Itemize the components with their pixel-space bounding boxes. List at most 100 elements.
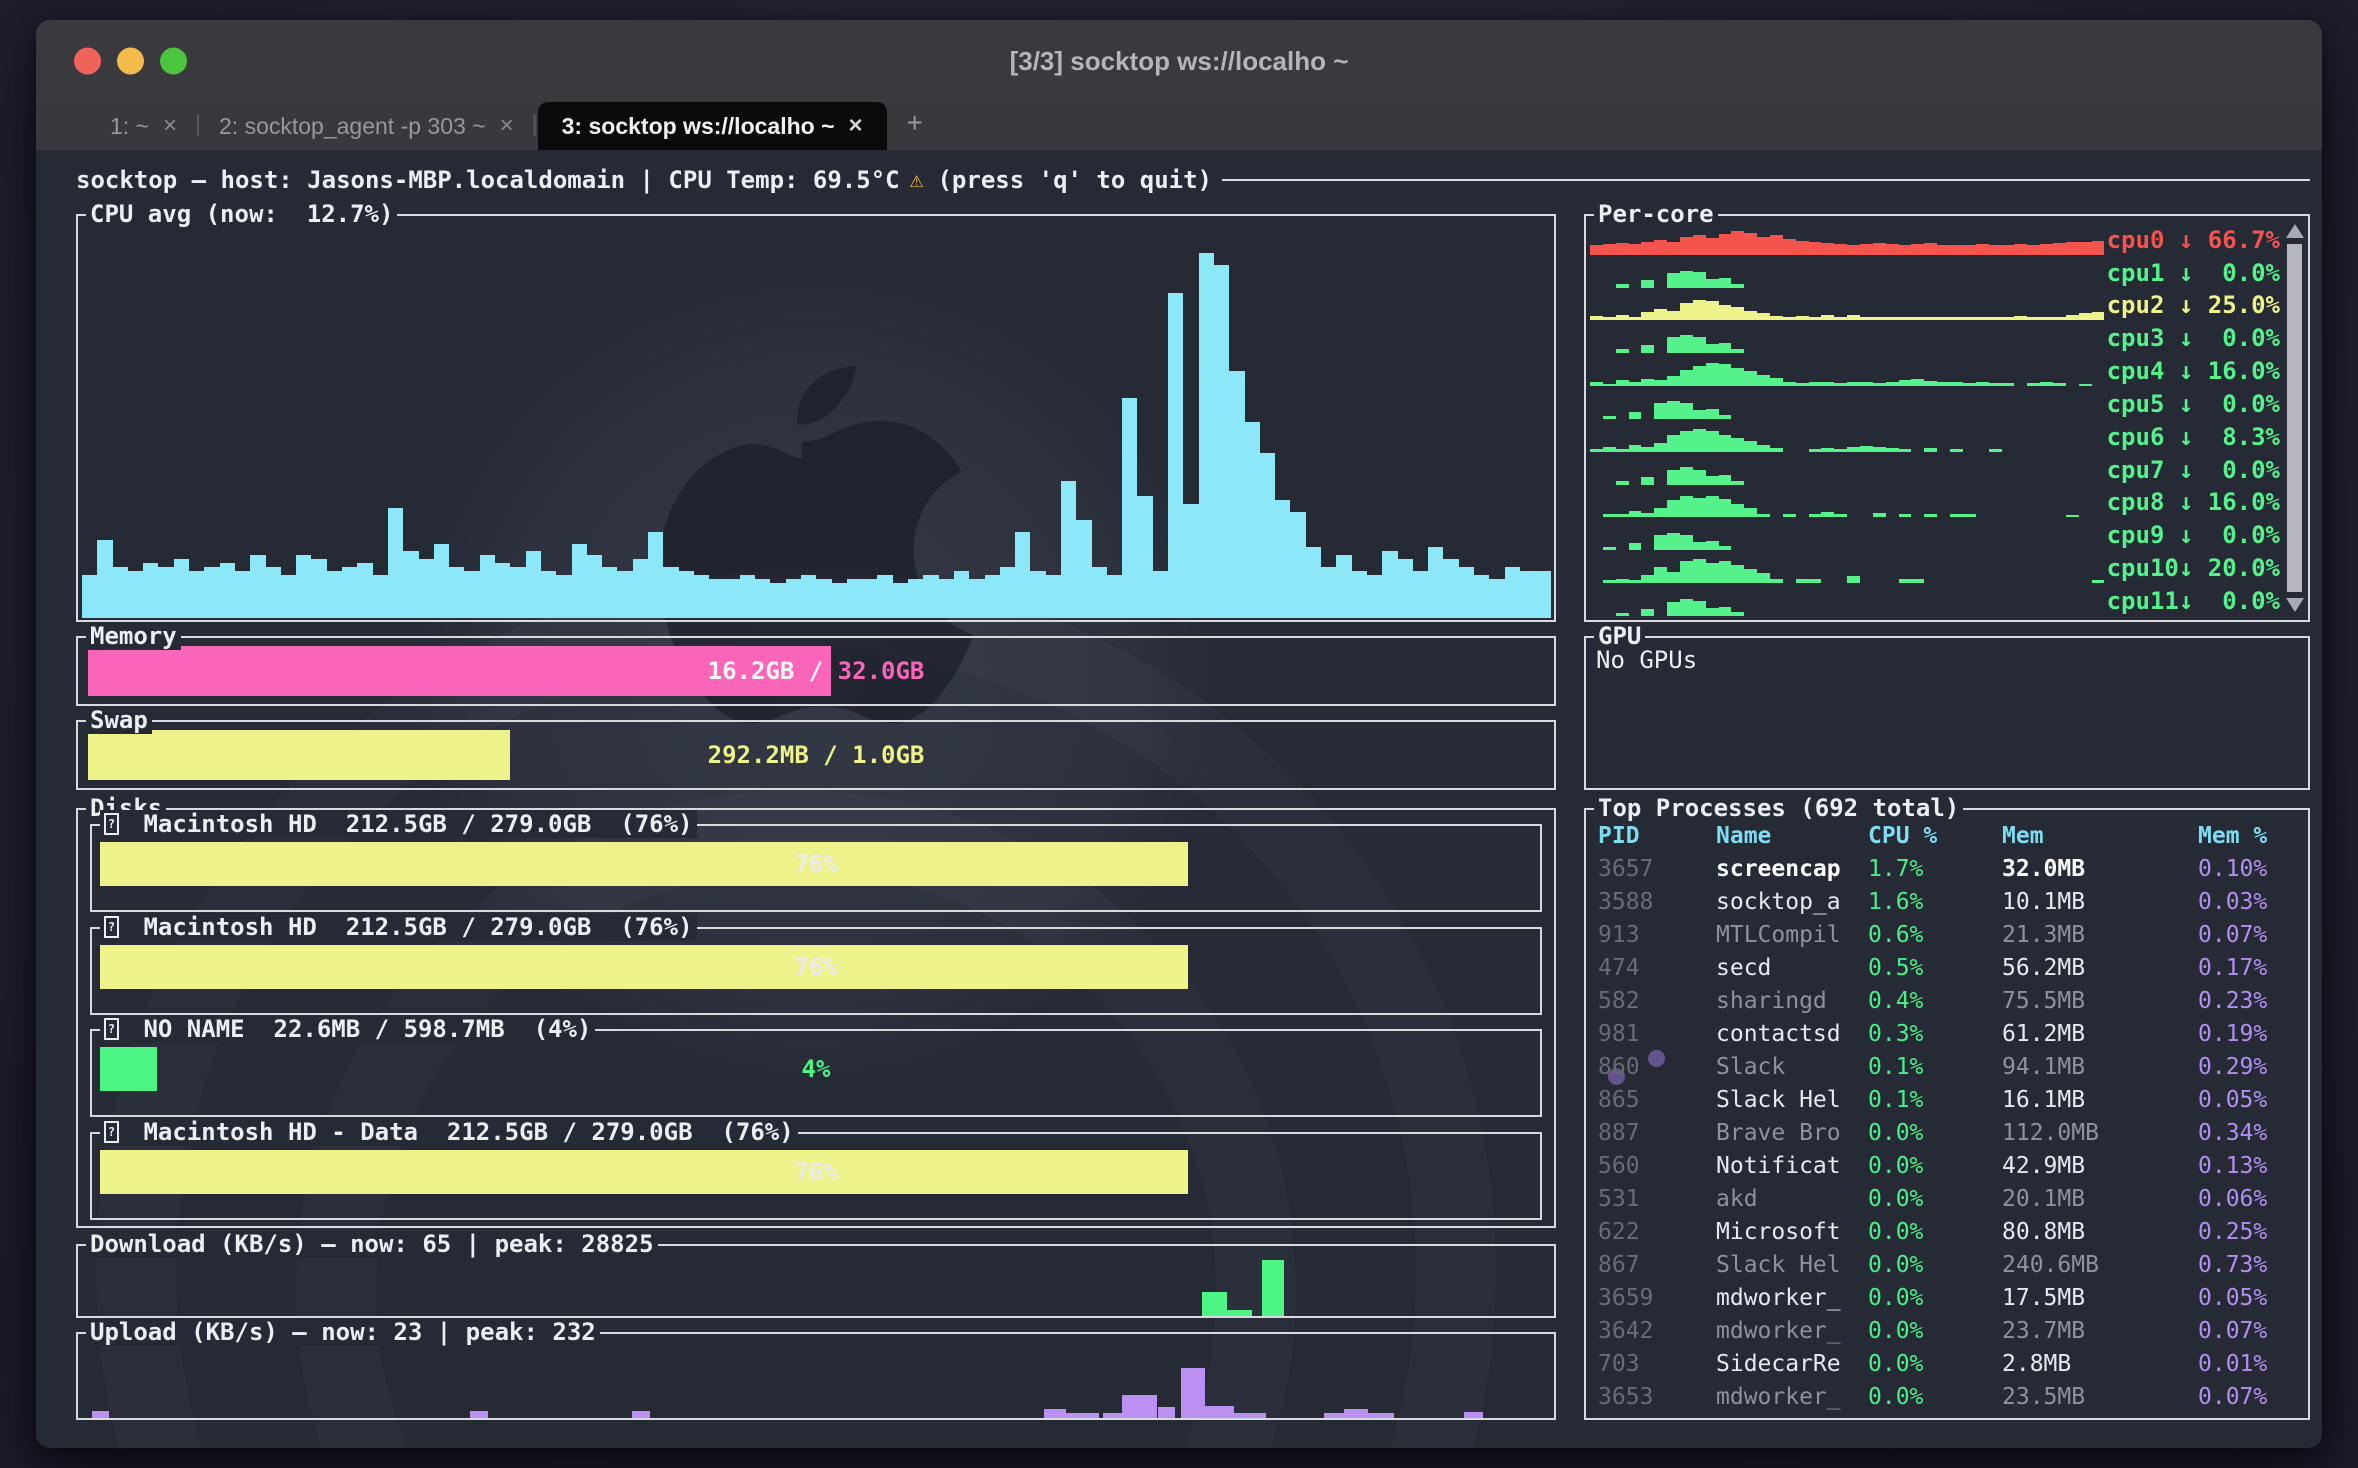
- cpu-avg-bar: [740, 575, 755, 618]
- core-spark-bar: [1950, 245, 1963, 255]
- process-row[interactable]: 3653mdworker_0.0%23.5MB0.07%: [1598, 1381, 2300, 1414]
- tab-2-close-icon[interactable]: ×: [500, 112, 514, 140]
- cpu-avg-panel: CPU avg (now: 12.7%): [76, 214, 1556, 622]
- core-spark-bar: [1641, 280, 1654, 287]
- process-mem: 32.0MB: [2002, 853, 2198, 886]
- core-spark-bar: [2027, 245, 2040, 255]
- process-row[interactable]: 3659mdworker_0.0%17.5MB0.05%: [1598, 1282, 2300, 1315]
- per-core-scrollbar[interactable]: [2286, 224, 2303, 612]
- core-spark-bar: [1706, 279, 1719, 287]
- core-label: cpu3 ↓ 0.0%: [2105, 323, 2280, 353]
- process-name: Microsoft: [1716, 1216, 1868, 1249]
- cpu-avg-bar: [770, 583, 785, 618]
- process-mem: 240.6MB: [2002, 1249, 2198, 1282]
- cpu-avg-bar: [434, 544, 449, 618]
- cpu-avg-bar: [357, 563, 372, 618]
- cpu-avg-bar: [311, 559, 326, 618]
- cpu-avg-bar: [1535, 571, 1550, 618]
- disk-label: Macintosh HD 212.5GB / 279.0GB (76%): [129, 913, 693, 941]
- process-row[interactable]: 865Slack Hel0.1%16.1MB0.05%: [1598, 1084, 2300, 1117]
- cpu-avg-bar: [1214, 265, 1229, 618]
- tab-1[interactable]: 1: ~ ×: [92, 102, 195, 150]
- process-cpu: 0.6%: [1868, 919, 2002, 952]
- cpu-avg-bar: [204, 567, 219, 618]
- process-pid: 860: [1598, 1051, 1716, 1084]
- core-spark-bar: [1629, 412, 1642, 419]
- core-spark-bar: [1667, 311, 1680, 321]
- core-spark-bar: [2079, 313, 2092, 320]
- core-spark-bar: [1847, 245, 1860, 255]
- per-core-title: Per-core: [1594, 200, 1718, 228]
- core-row: cpu9 ↓ 0.0%: [1590, 517, 2280, 550]
- core-spark-bar: [1693, 559, 1706, 583]
- tab-2[interactable]: 2: socktop_agent -p 303 ~ ×: [201, 102, 532, 150]
- process-pid: 3653: [1598, 1381, 1716, 1414]
- cpu-avg-bar: [143, 563, 158, 618]
- core-spark-bar: [1706, 476, 1719, 485]
- tab-3-close-icon[interactable]: ×: [849, 112, 863, 140]
- swap-usage-label: 292.2MB / 1.0GB: [88, 730, 1544, 780]
- core-spark-bar: [1911, 379, 1924, 386]
- process-cpu: 0.0%: [1868, 1117, 2002, 1150]
- process-row[interactable]: 3588socktop_a1.6%10.1MB0.03%: [1598, 886, 2300, 919]
- disk-pct-label: 76%: [100, 1150, 1532, 1194]
- cpu-avg-bar: [1413, 571, 1428, 618]
- process-pid: 531: [1598, 1183, 1716, 1216]
- core-spark-bar: [1654, 403, 1667, 419]
- process-mempct: 0.01%: [2198, 1348, 2300, 1381]
- process-row[interactable]: 913MTLCompil0.6%21.3MB0.07%: [1598, 919, 2300, 952]
- process-mempct: 0.03%: [2198, 886, 2300, 919]
- scroll-down-icon[interactable]: [2286, 598, 2304, 612]
- process-row[interactable]: 981contactsd0.3%61.2MB0.19%: [1598, 1018, 2300, 1051]
- process-cpu: 0.5%: [1868, 952, 2002, 985]
- cpu-avg-bar: [281, 575, 296, 618]
- process-cpu: 0.0%: [1868, 1150, 2002, 1183]
- process-row[interactable]: 860Slack0.1%94.1MB0.29%: [1598, 1051, 2300, 1084]
- minimize-window-button[interactable]: [117, 48, 144, 75]
- core-row: cpu3 ↓ 0.0%: [1590, 320, 2280, 353]
- download-panel: Download (KB/s) — now: 65 | peak: 28825: [76, 1244, 1556, 1318]
- cpu-avg-bar: [1489, 579, 1504, 618]
- core-spark-bar: [1654, 567, 1667, 583]
- column-header: Name: [1716, 820, 1868, 853]
- core-row: cpu11↓ 0.0%: [1590, 583, 2280, 616]
- core-spark-bar: [1886, 244, 1899, 255]
- process-row[interactable]: 867Slack Hel0.0%240.6MB0.73%: [1598, 1249, 2300, 1282]
- close-window-button[interactable]: [74, 48, 101, 75]
- core-spark-bar: [1667, 533, 1680, 550]
- zoom-window-button[interactable]: [160, 48, 187, 75]
- core-spark-bar: [1731, 565, 1744, 583]
- cpu-avg-bar: [1046, 575, 1061, 618]
- net-bar: [1262, 1260, 1284, 1316]
- new-tab-button[interactable]: +: [887, 107, 927, 145]
- core-label: cpu6 ↓ 8.3%: [2105, 422, 2280, 452]
- process-pid: 867: [1598, 1249, 1716, 1282]
- core-spark-bar: [1693, 429, 1706, 452]
- process-row[interactable]: 474secd0.5%56.2MB0.17%: [1598, 952, 2300, 985]
- process-row[interactable]: 887Brave Bro0.0%112.0MB0.34%: [1598, 1117, 2300, 1150]
- cpu-avg-bar: [403, 551, 418, 618]
- scroll-up-icon[interactable]: [2286, 224, 2304, 238]
- process-name: akd: [1716, 1183, 1868, 1216]
- tab-3-active[interactable]: 3: socktop ws://localho ~ ×: [538, 102, 887, 150]
- process-row[interactable]: 3642mdworker_0.0%23.7MB0.07%: [1598, 1315, 2300, 1348]
- process-row[interactable]: 531akd0.0%20.1MB0.06%: [1598, 1183, 2300, 1216]
- cpu-avg-bar: [663, 567, 678, 618]
- status-header: socktop — host: Jasons-MBP.localdomain |…: [76, 162, 2310, 198]
- memory-meter: 16.2GB / 32.0GB: [88, 646, 1544, 696]
- core-spark-bar: [1667, 435, 1680, 451]
- core-spark-bar: [1641, 345, 1654, 353]
- cpu-avg-bar: [296, 555, 311, 618]
- core-sparkline: [1590, 386, 2105, 419]
- process-row[interactable]: 703SidecarRe0.0%2.8MB0.01%: [1598, 1348, 2300, 1381]
- process-row[interactable]: 622Microsoft0.0%80.8MB0.25%: [1598, 1216, 2300, 1249]
- core-spark-bar: [1731, 368, 1744, 386]
- process-row[interactable]: 3657screencap1.7%32.0MB0.10%: [1598, 853, 2300, 886]
- process-cpu: 0.0%: [1868, 1249, 2002, 1282]
- scrollbar-thumb[interactable]: [2287, 244, 2302, 592]
- core-spark-bar: [1667, 401, 1680, 419]
- process-row[interactable]: 582sharingd0.4%75.5MB0.23%: [1598, 985, 2300, 1018]
- tab-1-close-icon[interactable]: ×: [163, 112, 177, 140]
- process-row[interactable]: 560Notificat0.0%42.9MB0.13%: [1598, 1150, 2300, 1183]
- column-header: CPU %: [1868, 820, 2002, 853]
